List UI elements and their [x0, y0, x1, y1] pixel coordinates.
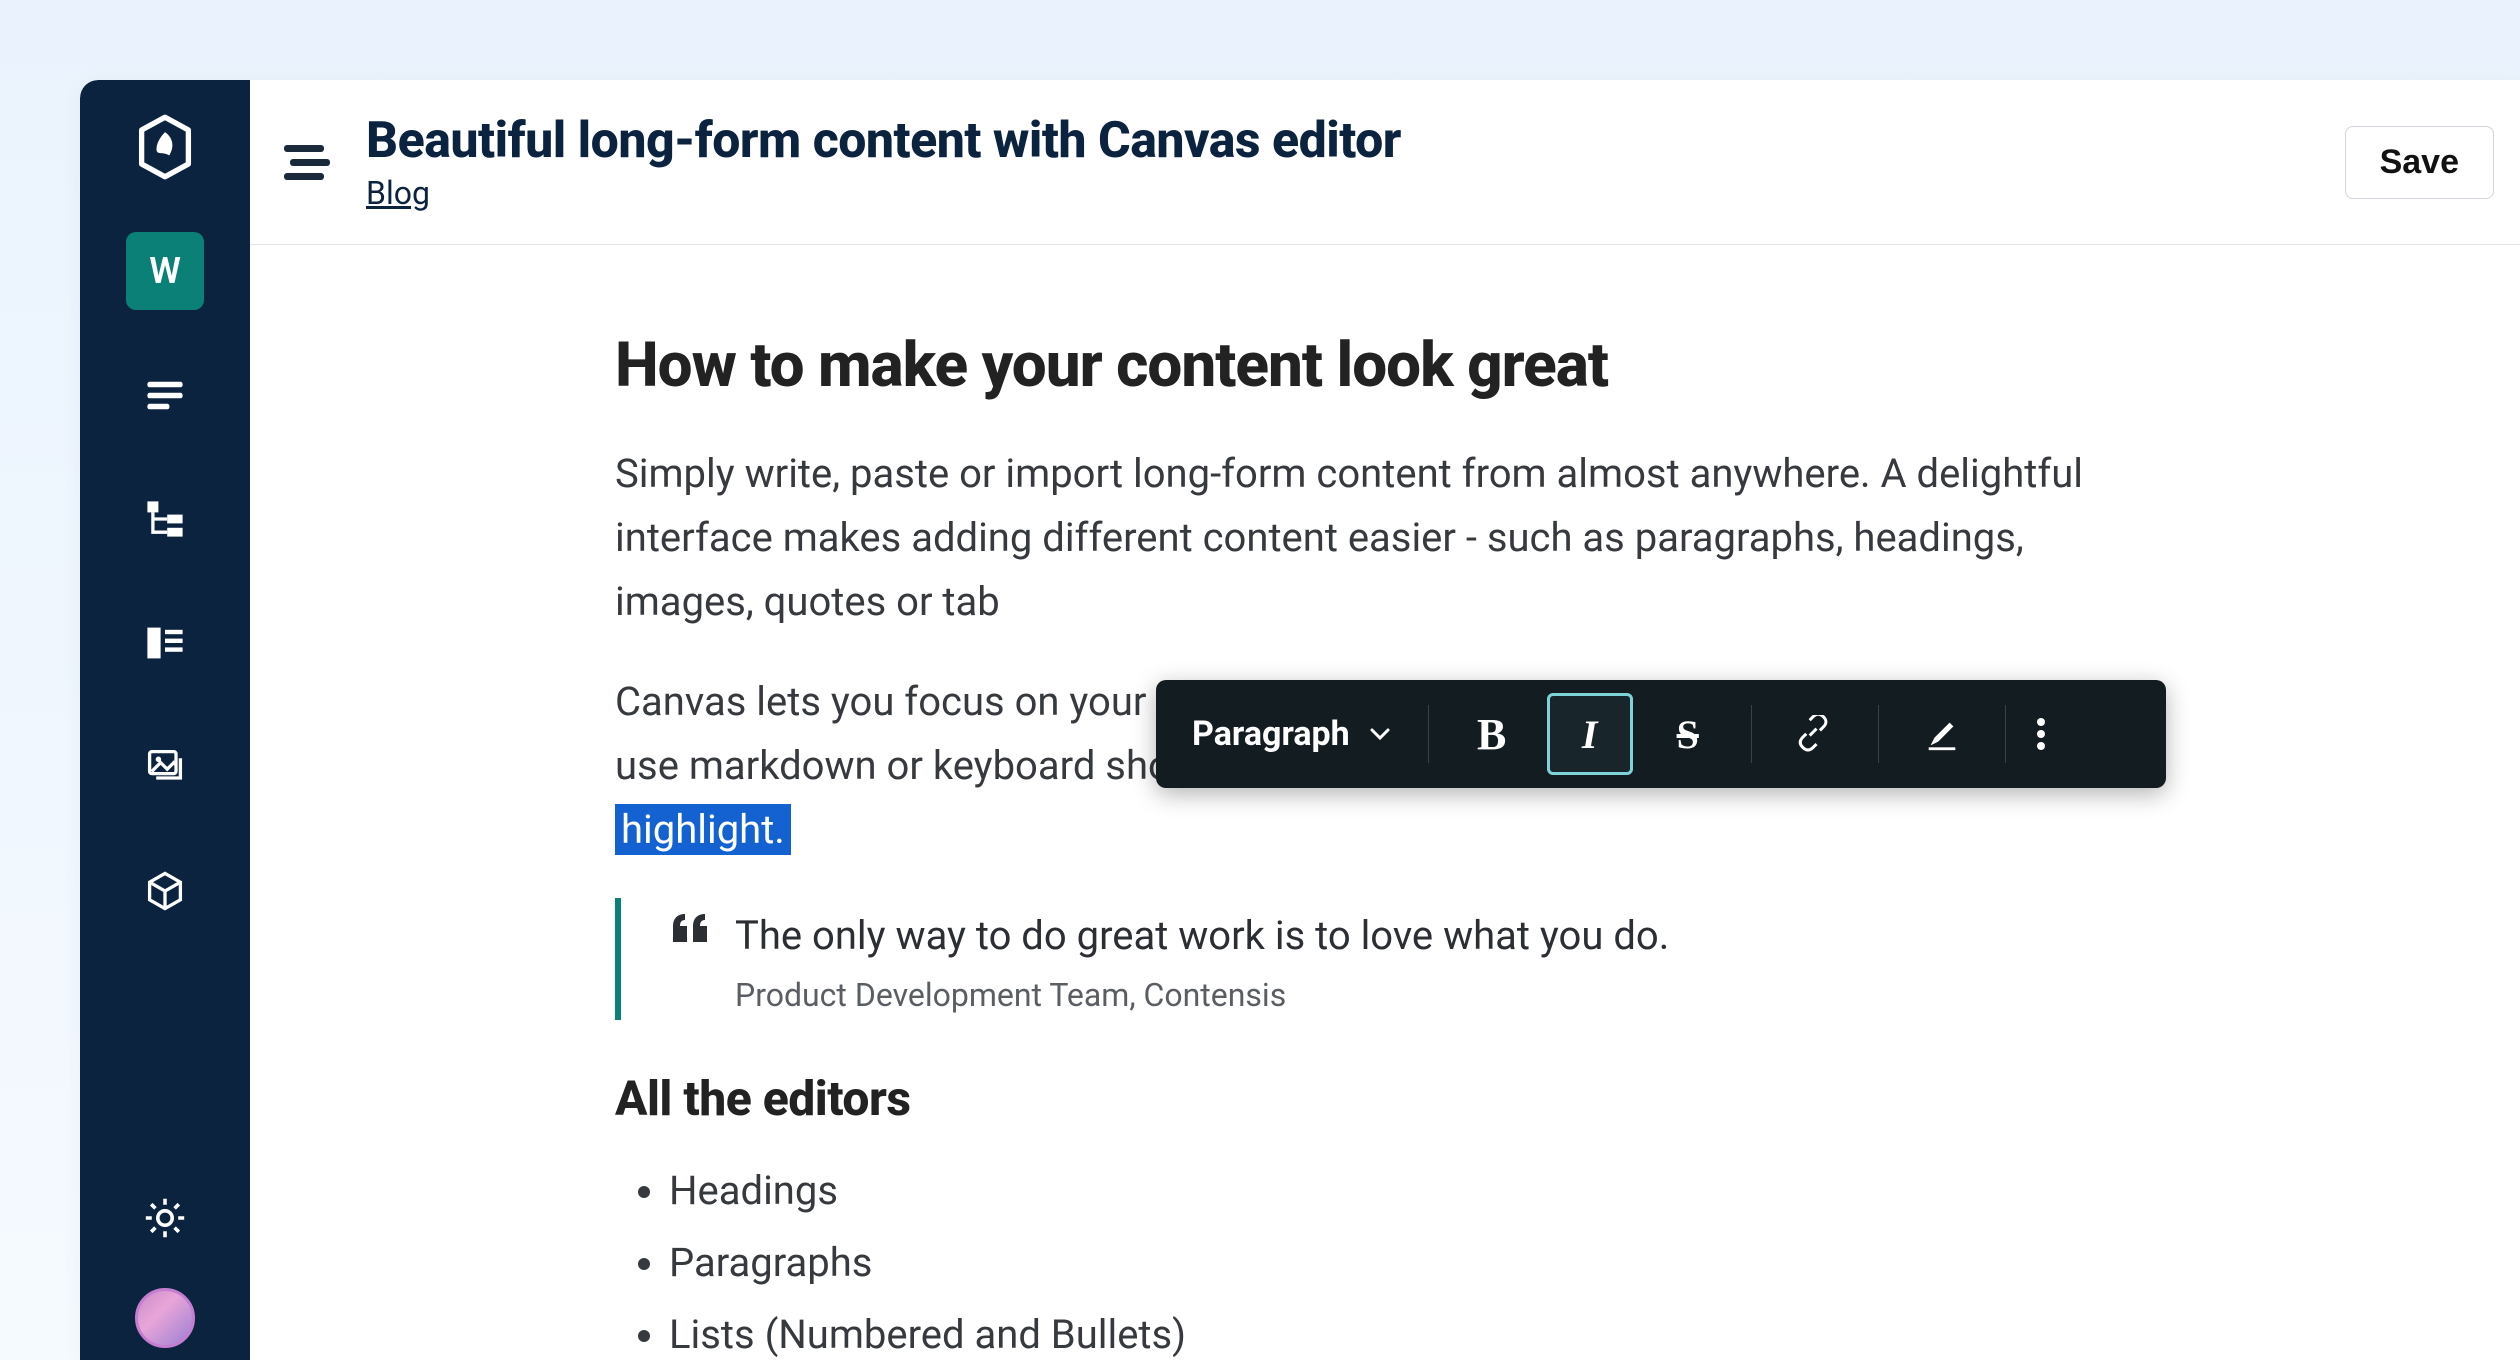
doc-heading-2[interactable]: All the editors [615, 1070, 2155, 1127]
user-avatar[interactable] [135, 1288, 195, 1348]
breadcrumb-link[interactable]: Blog [366, 174, 2331, 212]
menu-icon [282, 141, 334, 183]
nav-layout[interactable] [126, 604, 204, 682]
save-button[interactable]: Save [2345, 126, 2494, 199]
text-highlight: highlight. [615, 804, 791, 855]
workspace-letter: W [149, 250, 181, 292]
title-area: Beautiful long-form content with Canvas … [366, 112, 2331, 212]
doc-paragraph-intro[interactable]: Simply write, paste or import long-form … [615, 442, 2155, 634]
format-group: B I S [1429, 680, 1751, 788]
link-button[interactable] [1772, 693, 1858, 775]
block-type-dropdown[interactable]: Paragraph [1156, 680, 1428, 788]
quote-text: The only way to do great work is to love… [735, 904, 1669, 968]
highlighter-icon [1923, 715, 1961, 753]
nav-media[interactable] [126, 728, 204, 806]
app-logo[interactable] [126, 108, 204, 186]
italic-icon: I [1582, 711, 1598, 758]
page-title: Beautiful long-form content with Canvas … [366, 112, 2331, 170]
doc-heading-1[interactable]: How to make your content look great [615, 329, 2155, 402]
more-vertical-icon [2036, 714, 2046, 754]
link-icon [1796, 715, 1834, 753]
sidebar-layout-icon [143, 621, 187, 665]
sidebar: W [80, 80, 250, 1360]
bold-icon: B [1477, 709, 1506, 760]
hierarchy-icon [143, 497, 187, 541]
workspace-switcher[interactable]: W [126, 232, 204, 310]
main-area: Beautiful long-form content with Canvas … [250, 80, 2520, 1360]
quote-icon [673, 914, 707, 946]
bold-button[interactable]: B [1449, 693, 1535, 775]
more-options-button[interactable] [2006, 680, 2076, 788]
chevron-down-icon [1368, 722, 1392, 746]
images-icon [143, 745, 187, 789]
text-lines-icon [143, 373, 187, 417]
document: How to make your content look great Simp… [615, 329, 2155, 1360]
inline-toolbar: Paragraph B I S [1156, 680, 2166, 788]
editor-canvas[interactable]: How to make your content look great Simp… [250, 245, 2520, 1360]
doc-blockquote[interactable]: The only way to do great work is to love… [615, 898, 2155, 1020]
cube-icon [143, 869, 187, 913]
list-item[interactable]: Headings [669, 1155, 2155, 1227]
nav-content[interactable] [126, 356, 204, 434]
menu-toggle[interactable] [282, 141, 334, 183]
settings-button[interactable] [141, 1194, 189, 1246]
quote-citation: Product Development Team, Contensis [735, 976, 1669, 1014]
italic-button[interactable]: I [1547, 693, 1633, 775]
nav-tree[interactable] [126, 480, 204, 558]
highlight-button[interactable] [1899, 693, 1985, 775]
strikethrough-button[interactable]: S [1645, 693, 1731, 775]
strikethrough-icon: S [1677, 711, 1699, 758]
gear-icon [141, 1194, 189, 1242]
nav-packages[interactable] [126, 852, 204, 930]
app-window: W [80, 80, 2520, 1360]
block-type-label: Paragraph [1192, 714, 1350, 754]
doc-list[interactable]: Headings Paragraphs Lists (Numbered and … [615, 1155, 2155, 1360]
list-item[interactable]: Paragraphs [669, 1227, 2155, 1299]
list-item[interactable]: Lists (Numbered and Bullets) [669, 1299, 2155, 1360]
topbar: Beautiful long-form content with Canvas … [250, 80, 2520, 245]
